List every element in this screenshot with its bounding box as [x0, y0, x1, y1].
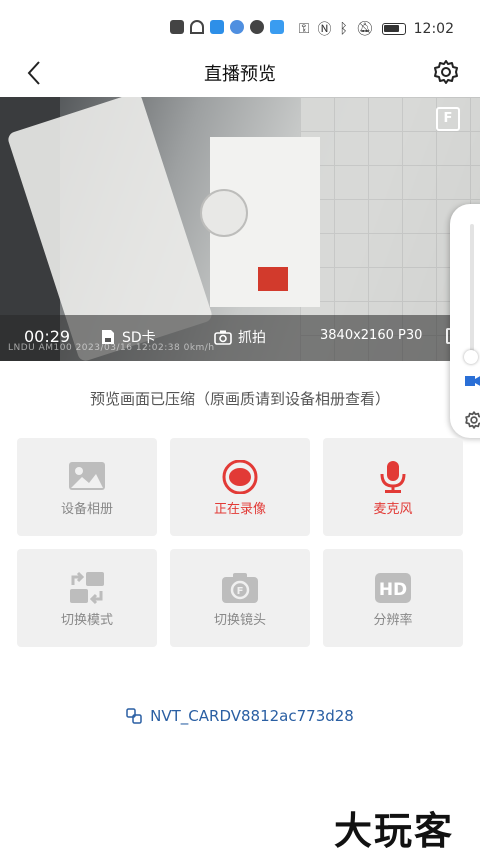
video-info-bar: LNDU AM100 2023/03/16 12:02:38 0km/h 00:… — [0, 315, 480, 361]
microphone-button[interactable]: 麦克风 — [323, 438, 463, 536]
record-duration: 00:29 — [24, 327, 71, 346]
sd-card-label: SD卡 — [122, 330, 156, 346]
video-scene-red-object — [258, 267, 288, 291]
microphone-label: 麦克风 — [373, 502, 413, 517]
bluetooth-icon: ᛒ — [339, 21, 348, 37]
cloud-icon — [270, 20, 284, 34]
app-notification-icon — [230, 20, 244, 34]
switch-mode-label: 切换模式 — [60, 613, 113, 628]
alert-icon — [170, 20, 184, 34]
sd-card-button[interactable]: SD卡 — [100, 327, 156, 347]
status-bar: ⚿ Ⓝ ᛒ 🔕︎ 12:02 — [0, 0, 480, 54]
wifi-icon — [190, 20, 204, 34]
app-notification-icon — [250, 20, 264, 34]
volume-slider-handle[interactable] — [464, 350, 478, 364]
snapshot-label: 抓拍 — [238, 330, 266, 346]
connected-device: NVT_CARDV8812ac773d28 — [0, 707, 480, 725]
recording-label: 正在录像 — [213, 502, 266, 517]
microphone-icon — [380, 461, 406, 493]
mute-icon: 🔕︎ — [355, 21, 374, 37]
camera-icon — [214, 330, 232, 345]
top-nav: 直播预览 — [0, 50, 480, 96]
front-camera-badge: F — [436, 107, 460, 131]
system-icons: ⚿ Ⓝ ᛒ 🔕︎ 12:02 — [299, 19, 454, 39]
record-icon — [222, 460, 258, 494]
device-name: NVT_CARDV8812ac773d28 — [150, 707, 354, 725]
hd-icon: HD — [375, 573, 411, 603]
resolution-readout: 3840x2160 P30 — [320, 328, 423, 343]
resolution-button[interactable]: HD 分辨率 — [323, 549, 463, 647]
live-video-preview[interactable]: F LNDU AM100 2023/03/16 12:02:38 0km/h 0… — [0, 97, 480, 361]
snapshot-button[interactable]: 抓拍 — [214, 327, 266, 347]
switch-camera-label: 切换镜头 — [213, 613, 266, 628]
recording-button[interactable]: 正在录像 — [170, 438, 310, 536]
device-link-icon — [126, 708, 142, 724]
side-settings-icon[interactable] — [464, 410, 480, 430]
compression-notice: 预览画面已压缩（原画质请到设备相册查看） — [89, 390, 390, 408]
video-scene-fan — [200, 189, 248, 237]
switch-mode-button[interactable]: 切换模式 — [17, 549, 157, 647]
svg-text:F: F — [237, 586, 244, 597]
nfc-icon: Ⓝ — [317, 22, 332, 38]
notification-icons — [170, 20, 284, 34]
clock: 12:02 — [413, 21, 454, 37]
svg-text:HD: HD — [379, 580, 407, 600]
resolution-label: 分辨率 — [373, 613, 413, 628]
app-notification-icon — [210, 20, 224, 34]
function-grid: 设备相册 正在录像 麦克风 切换模式 F 切换镜头 HD 分辨率 — [17, 438, 463, 647]
switch-mode-icon — [70, 571, 104, 605]
switch-camera-icon: F — [222, 573, 258, 603]
settings-gear-icon[interactable] — [432, 58, 460, 86]
device-album-label: 设备相册 — [60, 502, 113, 517]
sd-card-icon — [102, 330, 114, 344]
gallery-icon — [69, 462, 105, 490]
switch-camera-button[interactable]: F 切换镜头 — [170, 549, 310, 647]
page-title: 直播预览 — [204, 64, 276, 85]
battery-icon — [381, 23, 406, 35]
device-album-button[interactable]: 设备相册 — [17, 438, 157, 536]
key-icon: ⚿ — [298, 21, 310, 37]
volume-slider-track[interactable] — [470, 224, 474, 354]
brand-watermark: 大玩客 — [334, 809, 455, 853]
